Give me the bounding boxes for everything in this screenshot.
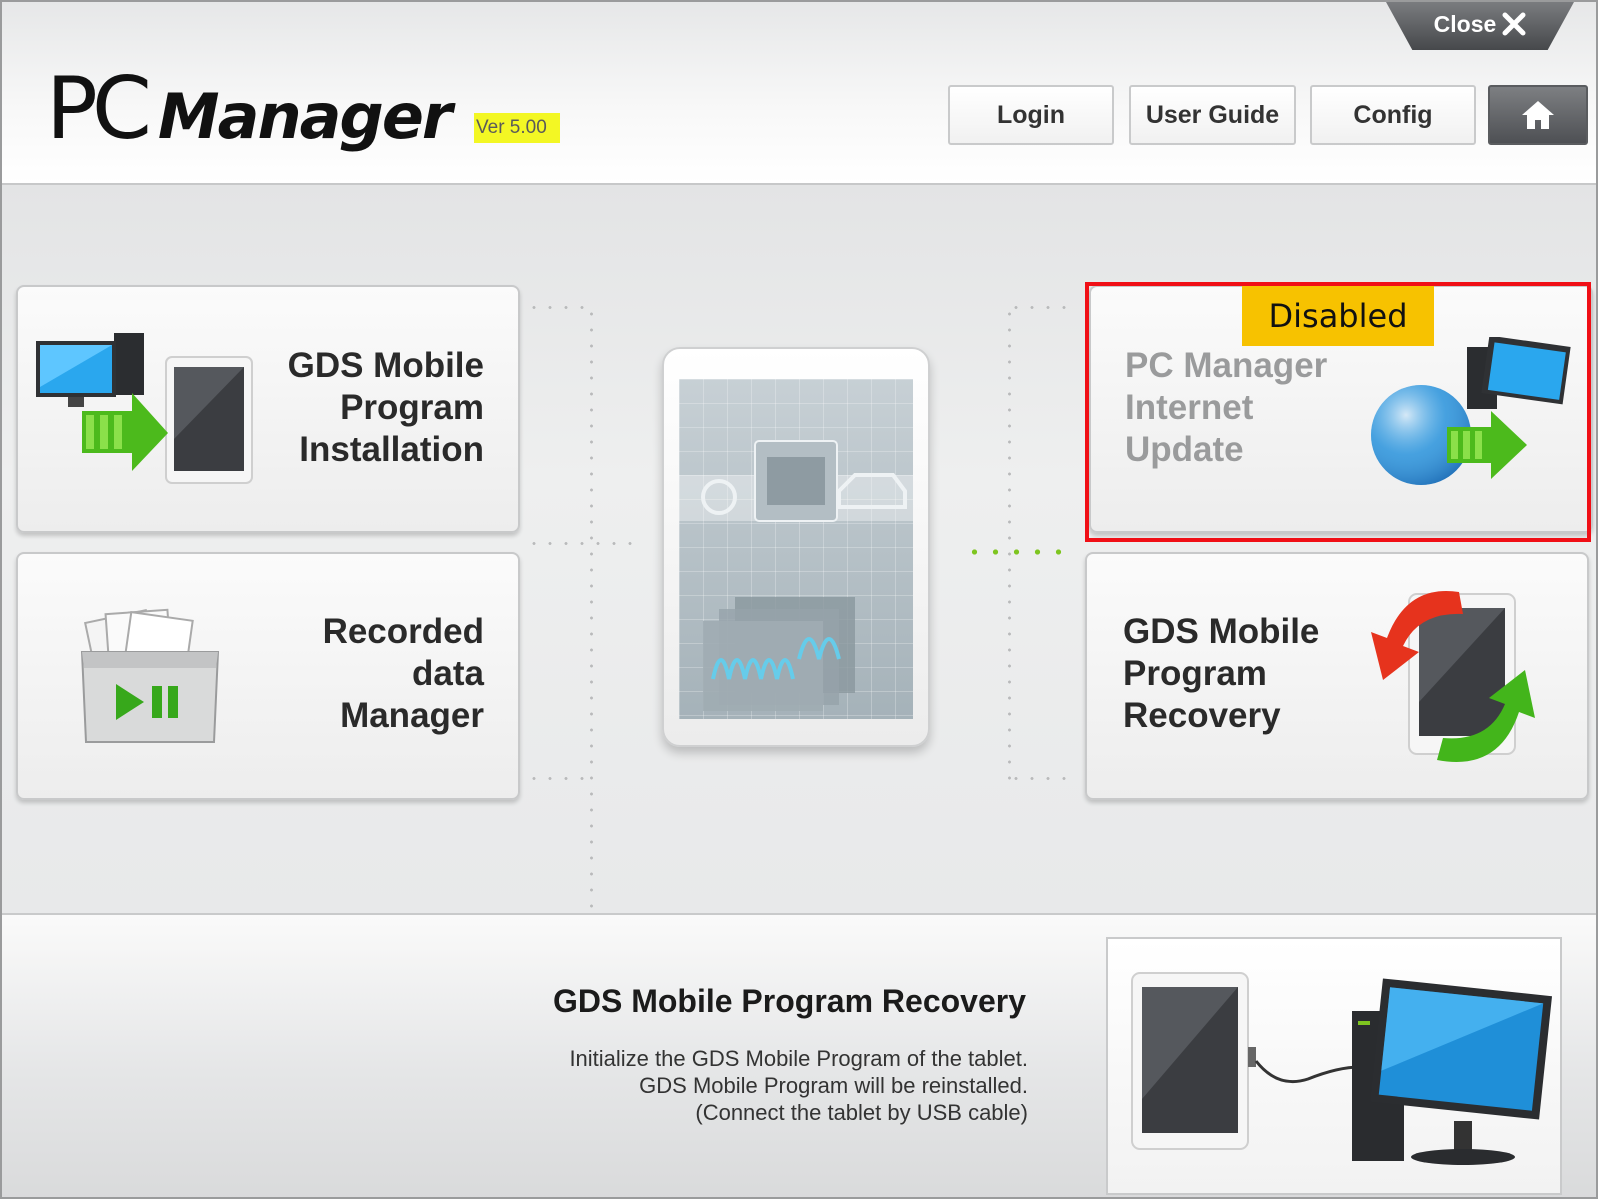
preview-image: [1106, 937, 1562, 1195]
close-label: Close: [1433, 10, 1497, 37]
disabled-badge: Disabled: [1242, 286, 1434, 346]
connector-dots: [1008, 306, 1078, 309]
tablet-screen: [679, 379, 913, 719]
connector-dots: [526, 306, 596, 309]
card-title-line: Installation: [299, 430, 484, 469]
logo-pc-text: PC: [46, 59, 152, 159]
card-program-recovery[interactable]: GDS Mobile Program Recovery: [1085, 552, 1589, 800]
card-title-line: data: [412, 654, 484, 693]
description-line: (Connect the tablet by USB cable): [695, 1100, 1028, 1125]
home-button[interactable]: [1488, 85, 1588, 145]
home-icon: [1522, 101, 1554, 129]
connector-dots: [1008, 777, 1078, 780]
folder-play-pause-icon: [80, 608, 220, 743]
description-line: Initialize the GDS Mobile Program of the…: [569, 1046, 1028, 1071]
header-bar: PC Manager Ver 5.00 Close Login User Gui…: [2, 2, 1596, 185]
user-guide-button[interactable]: User Guide: [1129, 85, 1296, 145]
tablet-usb-pc-icon: [1131, 972, 1553, 1165]
login-button[interactable]: Login: [948, 85, 1114, 145]
card-title-line: Recorded: [322, 612, 484, 651]
card-recorded-data-manager[interactable]: Recorded data Manager: [16, 552, 520, 800]
connector-dots: [526, 777, 596, 780]
card-title-line: Recovery: [1123, 696, 1281, 735]
card-title-line: Manager: [340, 696, 484, 735]
description-panel: GDS Mobile Program Recovery Initialize t…: [2, 913, 1596, 1197]
close-button[interactable]: Close: [1386, 2, 1574, 50]
version-label: Ver 5.00: [474, 113, 560, 143]
tablet-illustration: [662, 347, 930, 747]
connector-dots: [1008, 306, 1011, 780]
connector-dots: [526, 542, 636, 545]
connector-dots: [590, 306, 593, 962]
diagnostic-graphics-icon: [679, 440, 913, 711]
card-title-line: GDS Mobile: [1123, 612, 1320, 651]
card-title-line: Program: [1123, 654, 1267, 693]
card-program-installation[interactable]: GDS Mobile Program Installation: [16, 285, 520, 533]
close-x-icon: [1502, 12, 1526, 36]
tablet-sync-icon: [1371, 590, 1535, 762]
config-button[interactable]: Config: [1310, 85, 1476, 145]
app-logo: PC Manager: [46, 52, 453, 159]
description-title: GDS Mobile Program Recovery: [552, 983, 1026, 1019]
pc-to-tablet-icon: [36, 333, 253, 484]
description-text: Initialize the GDS Mobile Program of the…: [569, 1045, 1028, 1126]
logo-manager-text: Manager: [157, 80, 453, 153]
active-connector-dots: [964, 549, 1076, 555]
card-title-line: GDS Mobile: [287, 346, 484, 385]
pc-manager-window: PC Manager Ver 5.00 Close Login User Gui…: [0, 0, 1598, 1199]
description-line: GDS Mobile Program will be reinstalled.: [639, 1073, 1028, 1098]
card-title-line: Program: [340, 388, 484, 427]
